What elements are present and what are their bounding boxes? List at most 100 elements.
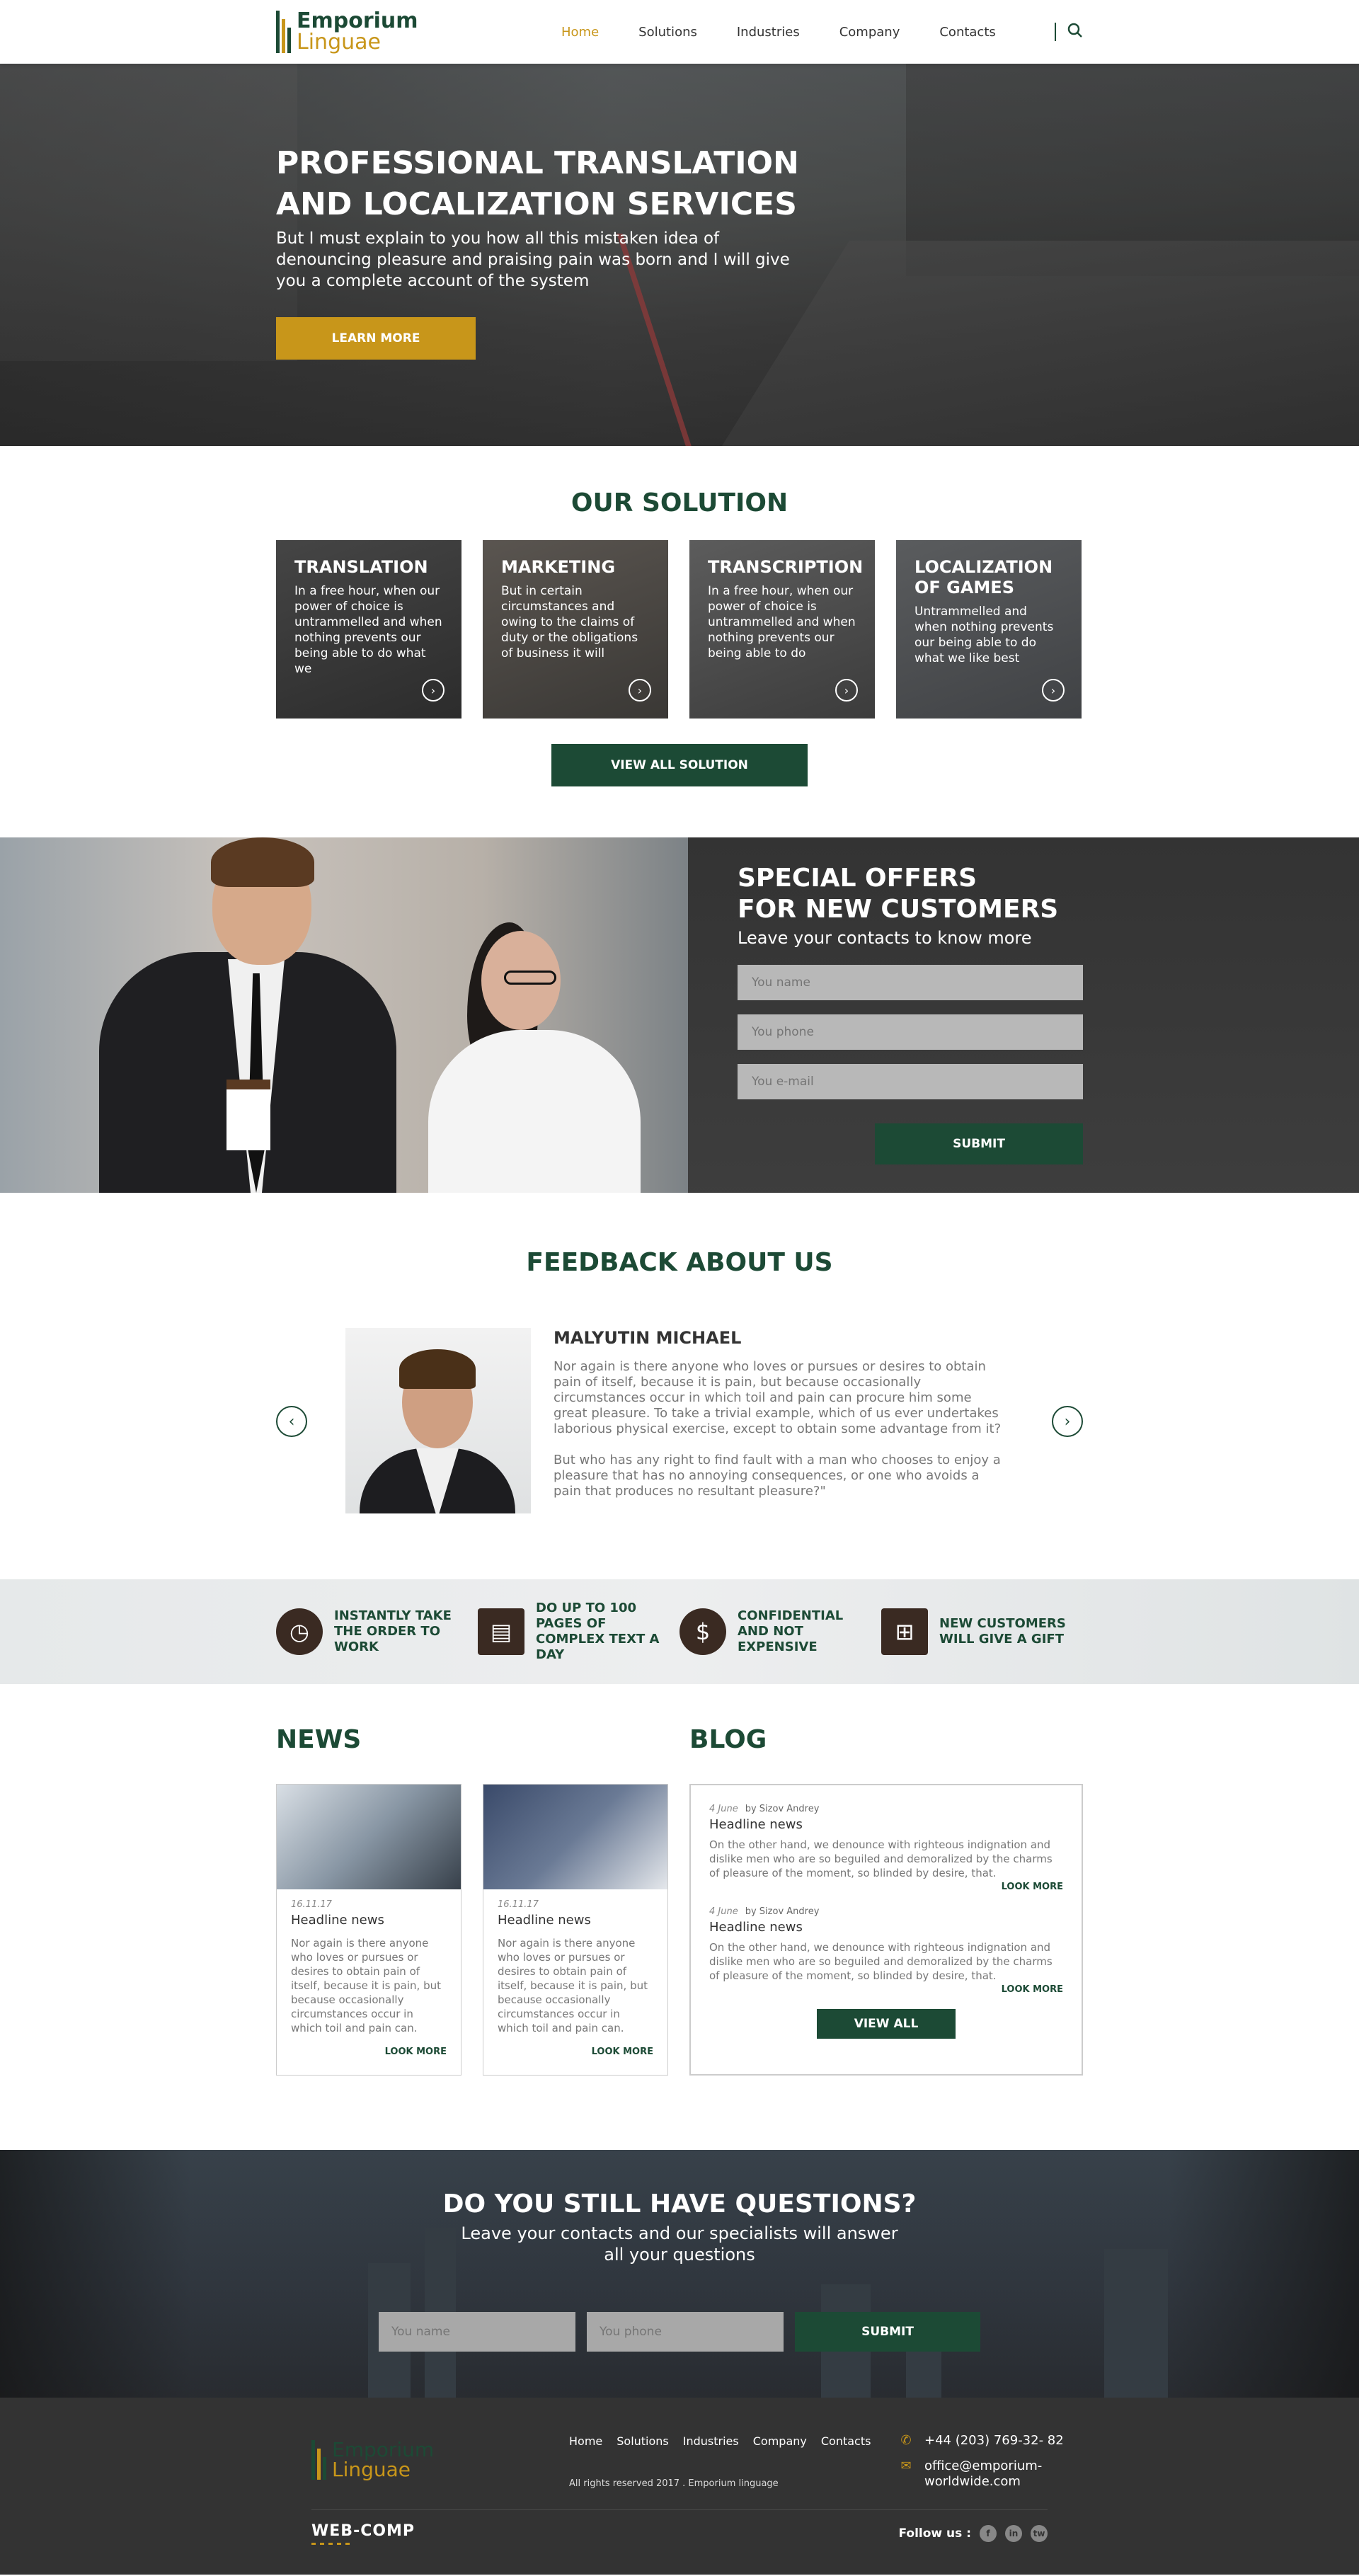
news-look-more-link[interactable]: LOOK MORE [291,2047,447,2057]
phone-icon: ✆ [900,2433,912,2448]
post-headline[interactable]: Headline news [709,1920,1063,1935]
arrow-right-icon[interactable]: › [422,679,445,702]
next-arrow-icon[interactable]: › [1052,1406,1083,1437]
question-phone-input[interactable] [587,2312,784,2352]
logo-line2: Linguae [297,30,381,55]
business-people-photo [0,837,688,1193]
site-footer: Emporium Linguae Home Solutions Industri… [0,2398,1359,2575]
nav-home[interactable]: Home [541,25,619,40]
news-headline[interactable]: Headline news [498,1913,653,1928]
blog-post: 4 June by Sizov Andrey Headline news On t… [709,1804,1063,1892]
review-para-1: Nor again is there anyone who loves or p… [554,1359,1002,1436]
post-date: 4 June [709,1804,738,1814]
news-look-more-link[interactable]: LOOK MORE [498,2047,653,2057]
arrow-right-icon[interactable]: › [835,679,858,702]
post-author: by Sizov Andrey [745,1906,820,1917]
facebook-icon[interactable]: f [980,2525,997,2542]
post-text: On the other hand, we denounce with righ… [709,1838,1053,1879]
main-nav: Home Solutions Industries Company Contac… [541,25,1055,40]
footer-logo-line1: Emporium [332,2438,435,2461]
offer-phone-input[interactable] [738,1014,1083,1050]
footer-nav-contacts[interactable]: Contacts [821,2434,871,2448]
post-text: On the other hand, we denounce with righ… [709,1941,1053,1982]
learn-more-button[interactable]: LEARN MORE [276,317,476,360]
post-headline[interactable]: Headline news [709,1817,1063,1832]
footer-nav-solutions[interactable]: Solutions [617,2434,669,2448]
footer-nav-industries[interactable]: Industries [683,2434,739,2448]
reviewer-photo [345,1328,531,1513]
solution-card-localization[interactable]: LOCALIZATION OF GAMES Untrammelled and w… [896,540,1082,719]
news-card[interactable]: 16.11.17 Headline news Nor again is ther… [483,1784,668,2076]
feature-text: NEW CUSTOMERS WILL GIVE A GIFT [939,1616,1066,1647]
feature-item: ▤ DO UP TO 100 PAGES OF COMPLEX TEXT A D… [478,1601,680,1663]
view-all-blog-button[interactable]: VIEW ALL [817,2009,956,2039]
feature-text: CONFIDENTIAL AND NOT EXPENSIVE [738,1608,844,1654]
search-icon[interactable] [1067,23,1083,41]
nav-company[interactable]: Company [820,25,920,40]
clock-icon: ◷ [276,1608,323,1655]
news-blog-section: NEWS 16.11.17 Headline news Nor again is… [0,1684,1359,2150]
blog-post: 4 June by Sizov Andrey Headline news On t… [709,1906,1063,1995]
linkedin-icon[interactable]: in [1005,2525,1022,2542]
footer-nav-company[interactable]: Company [753,2434,807,2448]
nav-industries[interactable]: Industries [717,25,820,40]
feature-text: DO UP TO 100 PAGES OF COMPLEX TEXT A DAY [536,1601,660,1662]
card-title: TRANSLATION [294,557,428,577]
feature-text: INSTANTLY TAKE THE ORDER TO WORK [334,1608,452,1654]
dollar-icon: $ [680,1608,726,1655]
card-text: Untrammelled and when nothing prevents o… [914,605,1054,665]
logo[interactable]: Emporium Linguae [276,11,541,53]
offers-form-panel: SPECIAL OFFERS FOR NEW CUSTOMERS Leave yo… [688,837,1359,1193]
follow-label: Follow us : [898,2526,972,2541]
news-date: 16.11.17 [291,1899,332,1910]
blog-look-more-link[interactable]: LOOK MORE [709,1984,1063,1995]
arrow-right-icon[interactable]: › [1042,679,1065,702]
offer-submit-button[interactable]: SUBMIT [875,1123,1083,1164]
news-column: NEWS 16.11.17 Headline news Nor again is… [276,1725,689,2076]
news-headline[interactable]: Headline news [291,1913,447,1928]
offers-title: SPECIAL OFFERS FOR NEW CUSTOMERS [738,864,1059,924]
arrow-right-icon[interactable]: › [629,679,651,702]
logo-bars-icon [311,2440,326,2480]
footer-nav-home[interactable]: Home [569,2434,602,2448]
developer-brand[interactable]: WEB-COMP [311,2522,415,2545]
questions-title: DO YOU STILL HAVE QUESTIONS? [442,2189,917,2219]
news-date: 16.11.17 [498,1899,539,1910]
footer-email[interactable]: office@emporium-worldwide.com [924,2458,1066,2490]
solution-card-marketing[interactable]: MARKETING But in certain circumstances a… [483,540,668,719]
footer-phone[interactable]: +44 (203) 769-32- 82 [924,2433,1064,2449]
footer-logo[interactable]: Emporium Linguae [311,2440,434,2480]
questions-text: Leave your contacts and our specialists … [461,2223,898,2265]
logo-line1: Emporium [297,8,418,33]
offer-name-input[interactable] [738,965,1083,1000]
nav-contacts[interactable]: Contacts [919,25,1015,40]
news-title: NEWS [276,1725,362,1754]
card-title: LOCALIZATION OF GAMES [914,557,1053,597]
feature-item: ⊞ NEW CUSTOMERS WILL GIVE A GIFT [881,1608,1083,1655]
news-text: Nor again is there anyone who loves or p… [291,1937,441,2034]
solution-card-transcription[interactable]: TRANSCRIPTION In a free hour, when our p… [689,540,875,719]
news-card[interactable]: 16.11.17 Headline news Nor again is ther… [276,1784,461,2076]
feature-item: $ CONFIDENTIAL AND NOT EXPENSIVE [680,1608,881,1655]
hero-text: But I must explain to you how all this m… [276,229,790,290]
news-image [277,1785,461,1889]
nav-solutions[interactable]: Solutions [619,25,717,40]
solution-card-translation[interactable]: TRANSLATION In a free hour, when our pow… [276,540,461,719]
offers-section: SPECIAL OFFERS FOR NEW CUSTOMERS Leave yo… [0,837,1359,1193]
question-submit-button[interactable]: SUBMIT [795,2312,980,2352]
blog-column: BLOG 4 June by Sizov Andrey Headline news… [689,1725,1083,2076]
reviewer-name: MALYUTIN MICHAEL [554,1328,742,1348]
blog-look-more-link[interactable]: LOOK MORE [709,1882,1063,1892]
footer-divider [311,2509,1048,2510]
view-all-solution-button[interactable]: VIEW ALL SOLUTION [551,744,808,786]
twitter-icon[interactable]: tw [1031,2525,1048,2542]
card-title: TRANSCRIPTION [708,557,864,577]
mail-icon: ✉ [900,2458,912,2473]
feedback-title: FEEDBACK ABOUT US [526,1248,833,1277]
offers-subtitle: Leave your contacts to know more [738,928,1032,948]
prev-arrow-icon[interactable]: ‹ [276,1406,307,1437]
nav-divider [1055,23,1056,41]
post-date: 4 June [709,1906,738,1917]
offer-email-input[interactable] [738,1064,1083,1099]
question-name-input[interactable] [379,2312,575,2352]
